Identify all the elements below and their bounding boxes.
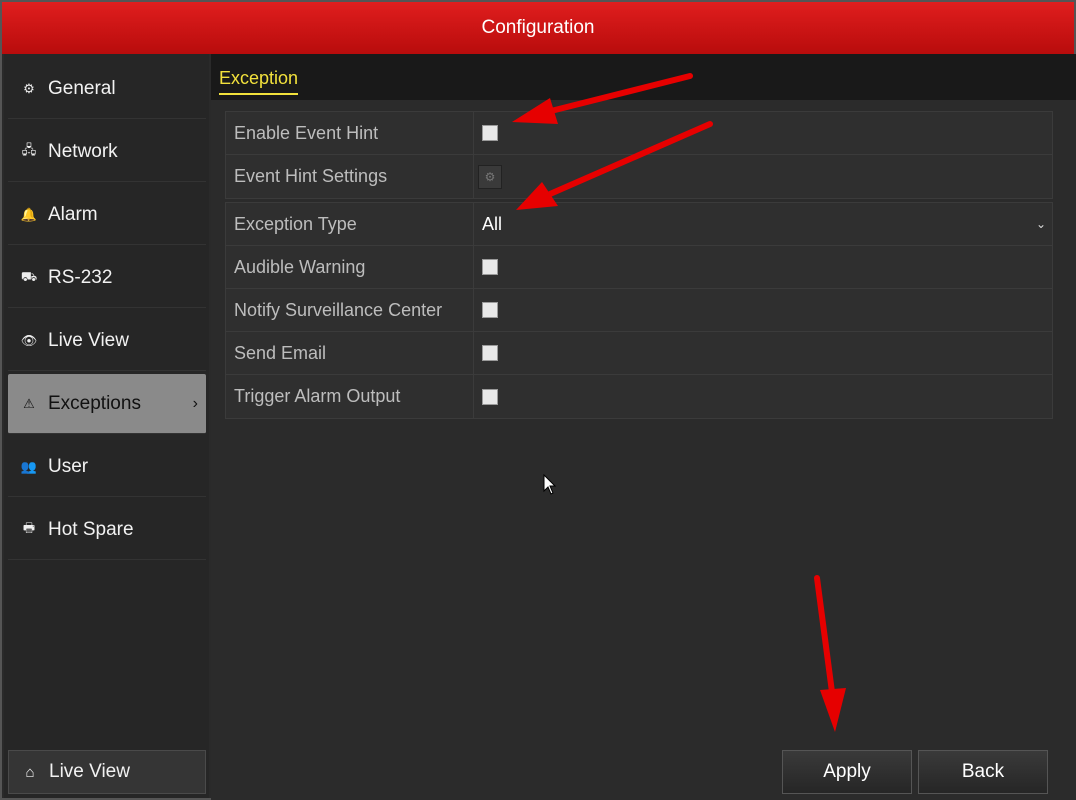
- gear-icon: ⚙: [23, 80, 35, 96]
- sidebar-item-user[interactable]: 👥 User: [8, 437, 206, 497]
- sidebar-item-label: General: [48, 77, 116, 99]
- live-view-button[interactable]: ⌂ Live View: [8, 750, 206, 794]
- enable-event-hint-checkbox[interactable]: [482, 125, 498, 141]
- sidebar-item-label: Exceptions: [48, 392, 141, 414]
- back-button[interactable]: Back: [918, 750, 1048, 794]
- notify-surveillance-center-checkbox[interactable]: [482, 302, 498, 318]
- notify-surveillance-center-row: Notify Surveillance Center: [226, 289, 1052, 332]
- sidebar-item-live-view[interactable]: 👁 Live View: [8, 311, 206, 371]
- sidebar-item-label: Alarm: [48, 203, 98, 225]
- event-hint-settings-label: Event Hint Settings: [226, 155, 474, 198]
- enable-event-hint-row: Enable Event Hint: [226, 112, 1052, 155]
- send-email-row: Send Email: [226, 332, 1052, 375]
- event-hint-group: Enable Event Hint Event Hint Settings ⚙: [225, 111, 1053, 199]
- chevron-down-icon: ⌄: [1035, 217, 1046, 231]
- trigger-alarm-output-row: Trigger Alarm Output: [226, 375, 1052, 418]
- sidebar-item-label: RS-232: [48, 266, 113, 288]
- home-icon: ⌂: [25, 763, 35, 781]
- exception-group: Exception Type All ⌄ Audible Warning Not…: [225, 202, 1053, 419]
- tab-bar: Exception: [211, 54, 1076, 100]
- sidebar-item-hot-spare[interactable]: 🖶 Hot Spare: [8, 500, 206, 560]
- sidebar-item-general[interactable]: ⚙ General: [8, 59, 206, 119]
- warning-icon: ⚠: [23, 395, 35, 411]
- send-email-checkbox[interactable]: [482, 345, 498, 361]
- audible-warning-label: Audible Warning: [226, 246, 474, 288]
- gear-icon: ⚙: [484, 169, 496, 184]
- sidebar-item-label: Live View: [48, 329, 129, 351]
- sidebar-item-network[interactable]: 🖧 Network: [8, 122, 206, 182]
- chevron-right-icon: ›: [192, 394, 198, 412]
- eye-icon: 👁: [20, 332, 38, 348]
- serial-port-icon: ⛟: [20, 268, 38, 284]
- exception-type-select[interactable]: All ⌄: [482, 214, 1052, 235]
- sidebar-item-label: User: [48, 455, 89, 477]
- window-title: Configuration: [2, 2, 1074, 54]
- sidebar-item-label: Network: [48, 140, 118, 162]
- enable-event-hint-label: Enable Event Hint: [226, 112, 474, 154]
- apply-button[interactable]: Apply: [782, 750, 912, 794]
- trigger-alarm-output-checkbox[interactable]: [482, 388, 498, 405]
- alarm-bell-icon: 🔔: [20, 206, 38, 222]
- event-hint-settings-row: Event Hint Settings ⚙: [226, 155, 1052, 198]
- audible-warning-checkbox[interactable]: [482, 259, 498, 275]
- exception-type-row: Exception Type All ⌄: [226, 203, 1052, 246]
- tab-exception[interactable]: Exception: [219, 68, 299, 95]
- sidebar-item-alarm[interactable]: 🔔 Alarm: [8, 185, 206, 245]
- sidebar-item-exceptions[interactable]: ⚠ Exceptions ›: [8, 374, 206, 434]
- event-hint-settings-button[interactable]: ⚙: [478, 164, 502, 189]
- send-email-label: Send Email: [226, 332, 474, 374]
- live-view-button-label: Live View: [49, 761, 130, 782]
- network-icon: 🖧: [21, 141, 37, 157]
- exception-type-value: All: [482, 213, 503, 234]
- configuration-window: Configuration ⚙ General 🖧 Network 🔔 Alar…: [0, 0, 1076, 800]
- audible-warning-row: Audible Warning: [226, 246, 1052, 289]
- main-panel: Exception Enable Event Hint Event Hint S…: [211, 54, 1076, 800]
- exception-type-label: Exception Type: [226, 203, 474, 245]
- mouse-cursor-icon: [543, 474, 557, 495]
- hot-spare-icon: 🖶: [22, 519, 36, 535]
- trigger-alarm-output-label: Trigger Alarm Output: [226, 375, 474, 418]
- sidebar-item-rs232[interactable]: ⛟ RS-232: [8, 248, 206, 308]
- users-icon: 👥: [20, 458, 38, 474]
- notify-surveillance-center-label: Notify Surveillance Center: [226, 289, 474, 331]
- sidebar-item-label: Hot Spare: [48, 518, 134, 540]
- sidebar: ⚙ General 🖧 Network 🔔 Alarm ⛟ RS-232 👁 L…: [4, 54, 209, 798]
